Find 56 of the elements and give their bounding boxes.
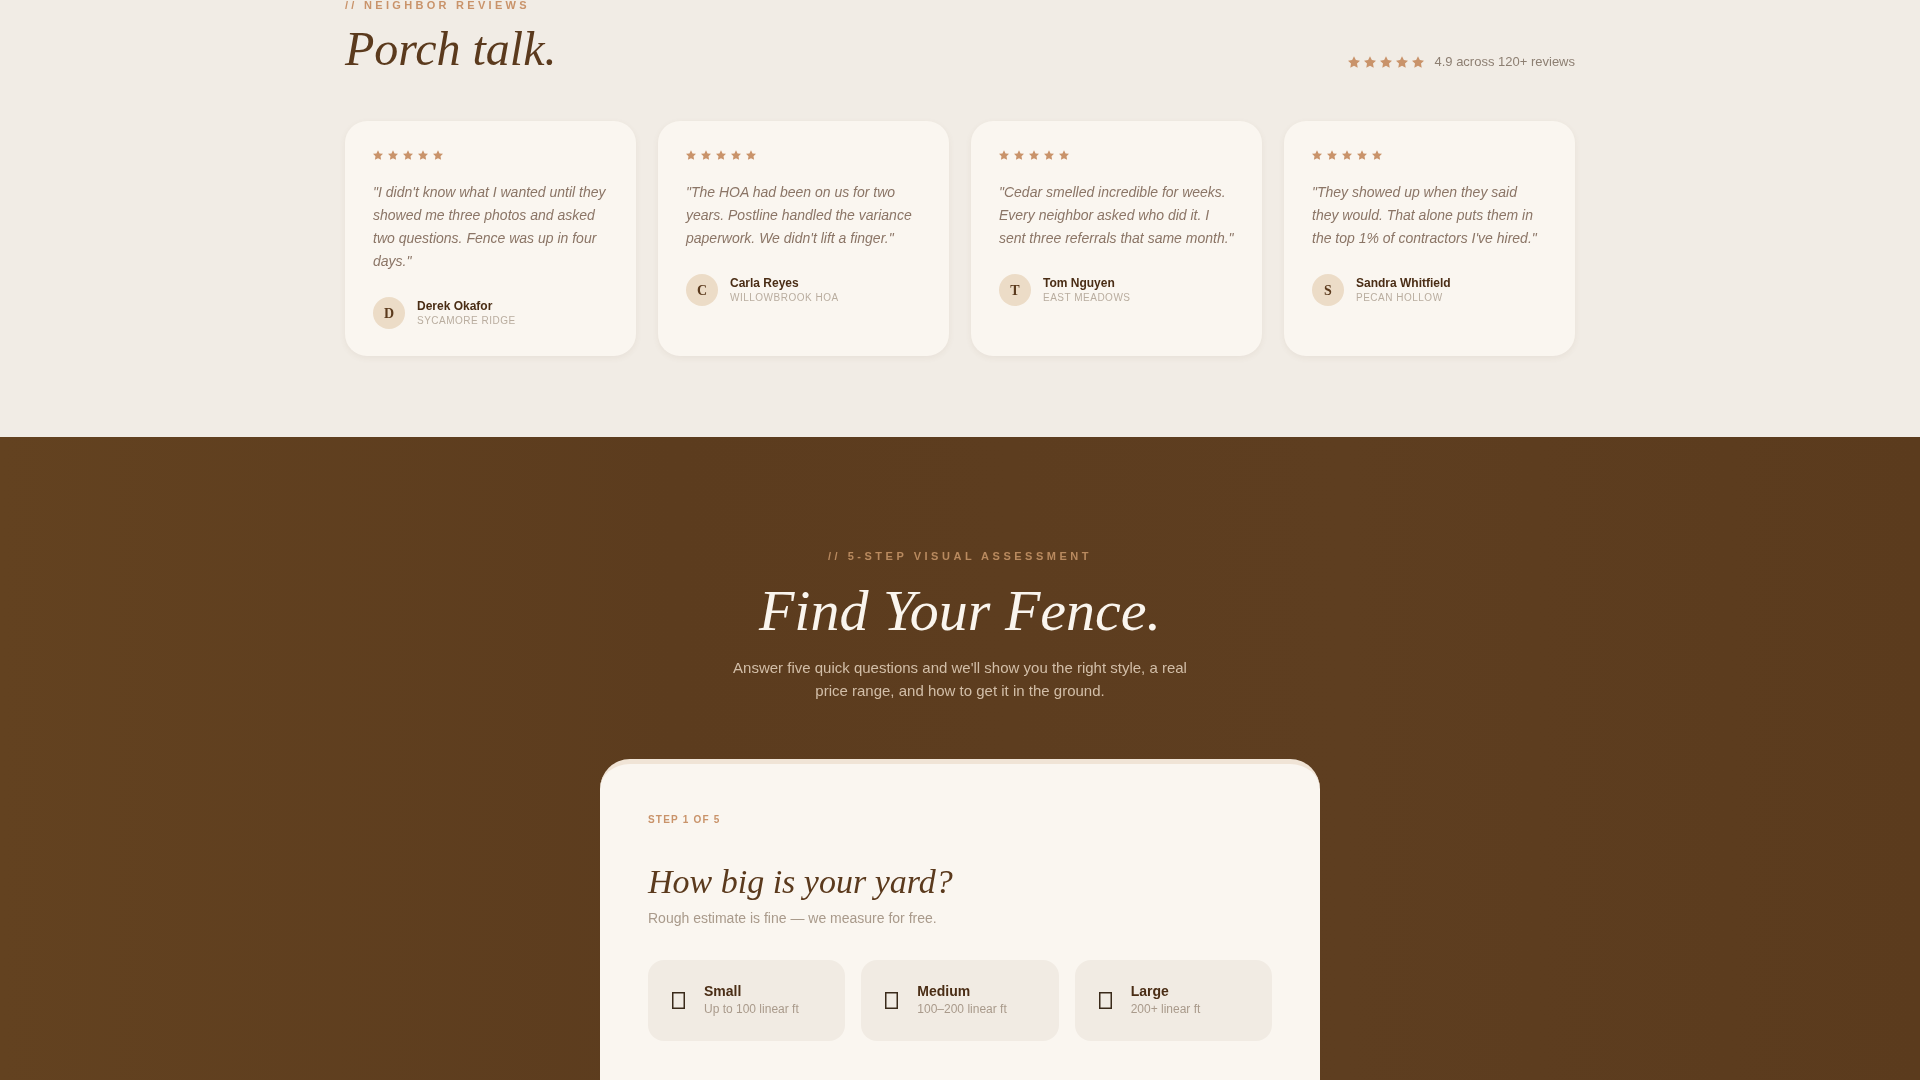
reviewer-location: EAST MEADOWS [1043,290,1131,305]
star-icon [716,150,726,160]
avatar: D [373,297,405,329]
star-icon [1396,56,1409,68]
reviewer-name: Sandra Whitfield [1356,275,1451,291]
star-icon [731,150,741,160]
star-icon [999,150,1009,160]
option-card[interactable]: Small Up to 100 linear ft [648,959,846,1041]
star-icon [1412,56,1425,68]
star-icon [403,150,413,160]
rating-summary: 4.9 across 120+ reviews [1434,53,1575,71]
star-icon [1029,150,1039,160]
section-title: Porch talk. [345,22,557,75]
reviewer-name: Tom Nguyen [1043,275,1116,291]
star-icon [388,150,398,160]
avatar: C [686,274,718,306]
avatar: T [999,274,1031,306]
section-eyebrow: // 5-STEP VISUAL ASSESSMENT [827,551,1093,562]
rectangle-outline-icon [885,991,899,1009]
star-icon [746,150,756,160]
review-quote: "They showed up when they said they would. That alone puts them in the top 1% of contractors I've hired." [1312,183,1538,248]
star-icon [1342,150,1352,160]
reviewer-location: PECAN HOLLOW [1356,290,1444,305]
star-icon [1327,150,1337,160]
rectangle-outline-icon [672,991,685,1009]
step-label: STEP 1 OF 5 [648,813,722,826]
review-quote: "Cedar smelled incredible for weeks. Every neighbor asked who did it. I sent three referrals that same month." [999,183,1234,248]
star-icon [373,150,383,160]
rectangle-outline-icon [1098,991,1112,1009]
star-icon [1372,150,1382,160]
star-icon [1380,56,1393,68]
avatar: S [1312,274,1344,306]
quiz-question: How big is your yard? [648,861,954,902]
star-icon [1312,150,1322,160]
star-icon [1014,150,1024,160]
review-quote: "I didn't know what I wanted until they showed me three photos and asked two questions. Fence was up in four days." [373,183,607,271]
reviewer-location: WILLOWBROOK HOA [730,290,839,305]
star-icon [1059,150,1069,160]
star-icon [1364,56,1377,68]
section-subtitle: Answer five quick questions and we'll show you the right style, a real price range, and how to get it in the ground. [732,658,1188,702]
quiz-hint: Rough estimate is fine — we measure for free. [648,908,938,928]
option-card[interactable]: Medium 100–200 linear ft [861,959,1059,1041]
star-icon [701,150,711,160]
star-icon [1348,56,1361,68]
reviewer-name: Derek Okafor [417,298,494,314]
reviewer-location: SYCAMORE RIDGE [417,313,516,328]
section-title: Find Your Fence. [758,579,1162,643]
star-icon [418,150,428,160]
star-icon [686,150,696,160]
review-quote: "The HOA had been on us for two years. Postline handled the variance paperwork. We didn't lift a finger." [686,183,913,248]
star-icon [1044,150,1054,160]
section-eyebrow: // NEIGHBOR REVIEWS [345,0,530,11]
star-icon [433,150,443,160]
option-card[interactable]: Large 200+ linear ft [1074,959,1272,1041]
reviewer-name: Carla Reyes [730,275,800,291]
star-icon [1357,150,1367,160]
